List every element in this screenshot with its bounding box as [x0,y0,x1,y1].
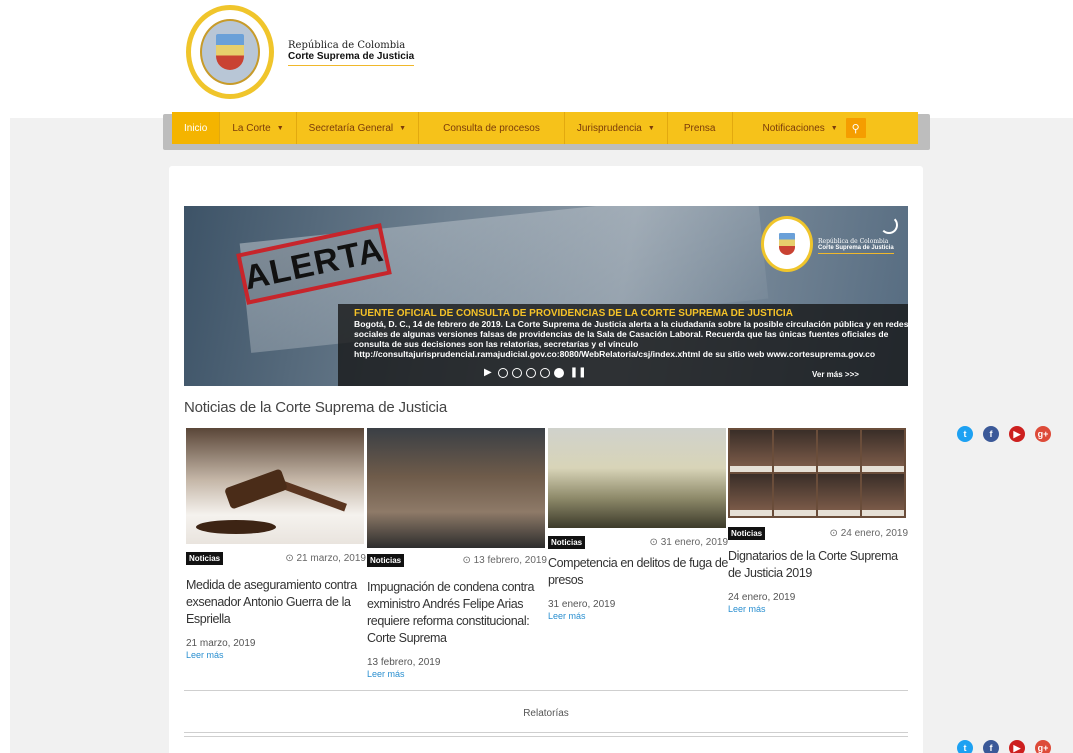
read-more-link[interactable]: Leer más [728,604,908,614]
caret-down-icon: ▼ [647,124,655,132]
nav-item-secretaria-general[interactable]: Secretaría General ▼ [297,112,420,144]
clock-icon: ⊙ [462,555,474,566]
slider-dot[interactable] [525,367,536,378]
news-sub-date: 31 enero, 2019 [548,599,616,610]
nav-item-inicio[interactable]: Inicio [172,112,221,144]
coat-of-arms-icon [779,233,795,255]
loading-spinner-icon [880,216,898,234]
social-icons-bottom: t f ▶ g+ [957,740,1051,753]
banner-more-link[interactable]: Ver más >>> [812,370,859,379]
coat-of-arms-icon [216,34,244,70]
caret-down-icon: ▼ [276,124,284,132]
news-tag[interactable]: Noticias [548,536,586,549]
clock-icon: ⊙ [829,528,841,539]
read-more-link[interactable]: Leer más [548,611,728,621]
play-icon[interactable]: ▶ [484,367,492,378]
read-more-link[interactable]: Leer más [186,650,366,660]
caret-down-icon: ▼ [830,124,838,132]
slider-dot-active[interactable] [553,367,564,378]
news-date: ⊙ 21 marzo, 2019 [285,553,366,564]
slider-dot[interactable] [539,367,550,378]
divider [184,736,908,737]
news-headline[interactable]: Medida de aseguramiento contra exsenador… [186,577,366,628]
news-sub-date: 24 enero, 2019 [728,592,796,603]
news-date: ⊙ 24 enero, 2019 [829,528,908,539]
news-card: Noticias ⊙ 21 marzo, 2019 Medida de aseg… [186,428,366,660]
news-headline[interactable]: Dignatarios de la Corte Suprema de Justi… [728,548,908,582]
banner-logo [761,216,813,272]
news-image[interactable] [186,428,364,544]
news-image[interactable] [548,428,726,528]
news-date: ⊙ 31 enero, 2019 [649,537,728,548]
banner-brand: República de Colombia Corte Suprema de J… [818,238,894,254]
youtube-icon[interactable]: ▶ [1009,426,1025,442]
banner-title: FUENTE OFICIAL DE CONSULTA DE PROVIDENCI… [354,308,793,319]
news-card: Noticias ⊙ 31 enero, 2019 Competencia en… [548,428,728,621]
site-country: República de Colombia [288,40,406,51]
clock-icon: ⊙ [285,553,297,564]
clock-icon: ⊙ [649,537,661,548]
nav-item-jurisprudencia[interactable]: Jurisprudencia ▼ [565,112,668,144]
caret-down-icon: ▼ [399,124,407,132]
news-sub-date: 21 marzo, 2019 [186,638,256,649]
divider [184,690,908,691]
banner-text: Bogotá, D. C., 14 de febrero de 2019. La… [354,319,909,359]
news-tag[interactable]: Noticias [186,552,224,565]
youtube-icon[interactable]: ▶ [1009,740,1025,753]
news-section-title: Noticias de la Corte Suprema de Justicia [184,399,447,416]
search-icon[interactable]: ⚲ [845,118,866,138]
news-image[interactable] [367,428,545,548]
nav-item-prensa[interactable]: Prensa [668,112,733,144]
twitter-icon[interactable]: t [957,426,973,442]
relatorias-tab[interactable]: Relatorías [184,708,908,719]
news-card: Noticias ⊙ 24 enero, 2019 Dignatarios de… [728,428,908,614]
read-more-link[interactable]: Leer más [367,669,547,679]
nav-item-notificaciones[interactable]: Notificaciones ▼ [733,112,842,144]
news-tag[interactable]: Noticias [367,554,405,567]
pause-icon[interactable]: ❚❚ [570,367,587,378]
news-headline[interactable]: Competencia en delitos de fuga de presos [548,555,728,589]
news-headline[interactable]: Impugnación de condena contra exministro… [367,579,547,647]
main-nav: Inicio La Corte ▼ Secretaría General ▼ Con… [172,112,918,144]
nav-item-la-corte[interactable]: La Corte ▼ [220,112,297,144]
divider [184,732,908,733]
slider-dot[interactable] [511,367,522,378]
slider-dot[interactable] [497,367,508,378]
googleplus-icon[interactable]: g+ [1035,426,1051,442]
news-sub-date: 13 febrero, 2019 [367,657,441,668]
news-date: ⊙ 13 febrero, 2019 [462,555,547,566]
site-institution: Corte Suprema de Justicia [288,51,415,66]
site-title[interactable]: República de Colombia Corte Suprema de J… [288,40,415,66]
news-card: Noticias ⊙ 13 febrero, 2019 Impugnación … [367,428,547,679]
social-icons-top: t f ▶ g+ [957,426,1051,442]
court-logo[interactable] [186,5,274,101]
nav-item-consulta-procesos[interactable]: Consulta de procesos [419,112,565,144]
twitter-icon[interactable]: t [957,740,973,753]
news-image[interactable] [728,428,906,518]
slider-controls: ▶ ❚❚ [484,367,586,378]
news-tag[interactable]: Noticias [728,527,766,540]
googleplus-icon[interactable]: g+ [1035,740,1051,753]
facebook-icon[interactable]: f [983,426,999,442]
facebook-icon[interactable]: f [983,740,999,753]
